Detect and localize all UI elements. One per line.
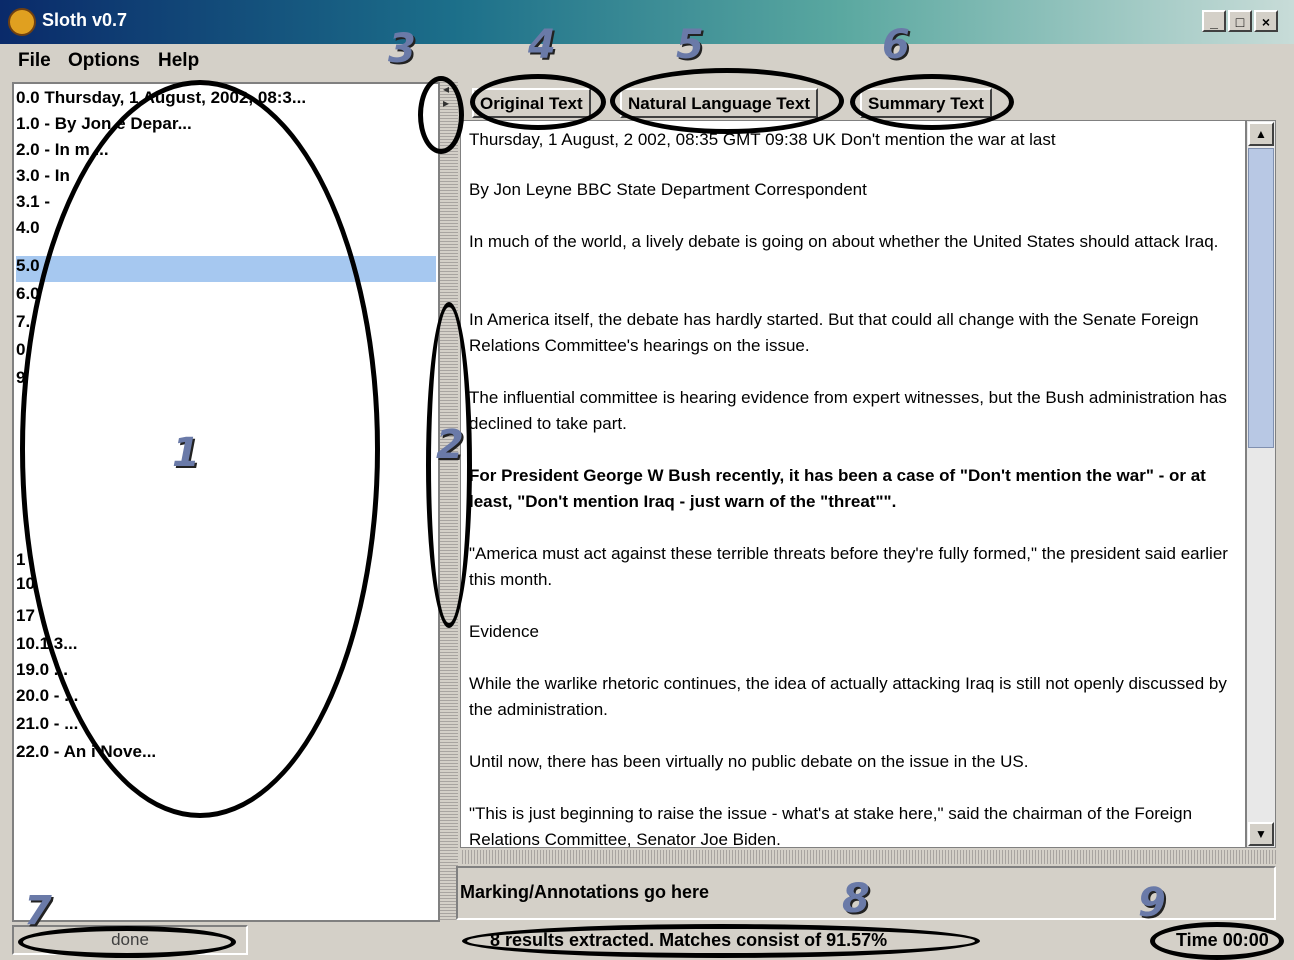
- collapse-right-icon[interactable]: ▸: [443, 96, 449, 110]
- callout-number-1: 1: [172, 430, 200, 476]
- sentence-list[interactable]: 0.0 Thursday, 1 August, 2002, 08:3... 1.0…: [12, 82, 440, 922]
- close-button[interactable]: ×: [1254, 10, 1278, 32]
- list-item[interactable]: 7.: [16, 312, 436, 338]
- list-item[interactable]: [16, 498, 436, 524]
- list-item[interactable]: 1: [16, 550, 436, 576]
- list-item[interactable]: [16, 446, 436, 472]
- callout-number-6: 6: [882, 22, 910, 68]
- list-item[interactable]: 5.0: [16, 256, 436, 282]
- list-item[interactable]: 22.0 - An i Nove...: [16, 742, 436, 768]
- callout-number-7: 7: [24, 888, 52, 934]
- list-item[interactable]: 4.0: [16, 218, 436, 244]
- list-item[interactable]: 0: [16, 340, 436, 366]
- status-results: 8 results extracted. Matches consist of …: [490, 930, 888, 950]
- text-paragraph: "America must act against these terrible…: [469, 544, 1228, 589]
- app-icon: [8, 8, 36, 36]
- list-item[interactable]: 9: [16, 368, 436, 394]
- tab-original-text[interactable]: Original Text: [472, 88, 591, 118]
- list-item[interactable]: 10.1 3...: [16, 634, 436, 660]
- text-paragraph: The influential committee is hearing evi…: [469, 388, 1227, 433]
- menu-bar: File Options Help: [0, 44, 1294, 78]
- callout-number-4: 4: [528, 22, 556, 68]
- menu-options[interactable]: Options: [68, 50, 140, 72]
- list-item[interactable]: 10: [16, 574, 436, 600]
- collapse-left-icon[interactable]: ◂: [443, 82, 449, 96]
- minimize-button[interactable]: _: [1202, 10, 1226, 32]
- menu-file[interactable]: File: [18, 50, 51, 72]
- list-item[interactable]: 6.0: [16, 284, 436, 310]
- list-item[interactable]: 3.0 - In: [16, 166, 436, 192]
- list-item[interactable]: 21.0 - ...: [16, 714, 436, 740]
- text-paragraph: Until now, there has been virtually no p…: [469, 752, 1029, 771]
- text-paragraph: Thursday, 1 August, 2 002, 08:35 GMT 09:…: [469, 130, 1056, 149]
- text-paragraph: "This is just beginning to raise the iss…: [469, 804, 1193, 848]
- vertical-splitter[interactable]: [440, 82, 458, 922]
- menu-help[interactable]: Help: [158, 50, 199, 72]
- callout-number-3: 3: [388, 26, 416, 72]
- status-timer: Time 00:00: [1176, 930, 1269, 950]
- callout-number-8: 8: [842, 876, 870, 922]
- text-paragraph: For President George W Bush recently, it…: [469, 466, 1206, 511]
- scroll-thumb[interactable]: [1248, 148, 1274, 448]
- window-title: Sloth v0.7: [42, 10, 128, 30]
- list-item[interactable]: [16, 420, 436, 446]
- list-item[interactable]: [16, 472, 436, 498]
- annotation-label: Marking/Annotations go here: [460, 882, 710, 902]
- list-item[interactable]: 1.0 - By Jon e Depar...: [16, 114, 436, 140]
- list-item[interactable]: 17: [16, 606, 436, 632]
- title-bar: [0, 0, 1294, 44]
- text-paragraph: Evidence: [469, 622, 539, 641]
- list-item[interactable]: 20.0 - ...: [16, 686, 436, 712]
- scroll-down-icon[interactable]: ▼: [1248, 822, 1274, 846]
- text-paragraph: In America itself, the debate has hardly…: [469, 310, 1199, 355]
- text-paragraph: By Jon Leyne BBC State Department Corres…: [469, 180, 867, 199]
- horizontal-splitter[interactable]: [460, 850, 1276, 864]
- text-paragraph: While the warlike rhetoric continues, th…: [469, 674, 1227, 719]
- tab-summary-text[interactable]: Summary Text: [860, 88, 992, 118]
- list-item[interactable]: [16, 394, 436, 420]
- callout-number-9: 9: [1138, 880, 1166, 926]
- callout-number-2: 2: [436, 422, 464, 468]
- list-item[interactable]: 3.1 -: [16, 192, 436, 218]
- list-item[interactable]: 0.0 Thursday, 1 August, 2002, 08:3...: [16, 88, 436, 114]
- list-item[interactable]: 19.0 ...: [16, 660, 436, 686]
- callout-number-5: 5: [676, 22, 704, 68]
- list-item[interactable]: [16, 524, 436, 550]
- text-paragraph: In much of the world, a lively debate is…: [469, 232, 1219, 251]
- text-view[interactable]: Thursday, 1 August, 2 002, 08:35 GMT 09:…: [460, 120, 1246, 848]
- maximize-button[interactable]: □: [1228, 10, 1252, 32]
- tab-natural-language-text[interactable]: Natural Language Text: [620, 88, 818, 118]
- scroll-up-icon[interactable]: ▲: [1248, 122, 1274, 146]
- list-item[interactable]: 2.0 - In m ...: [16, 140, 436, 166]
